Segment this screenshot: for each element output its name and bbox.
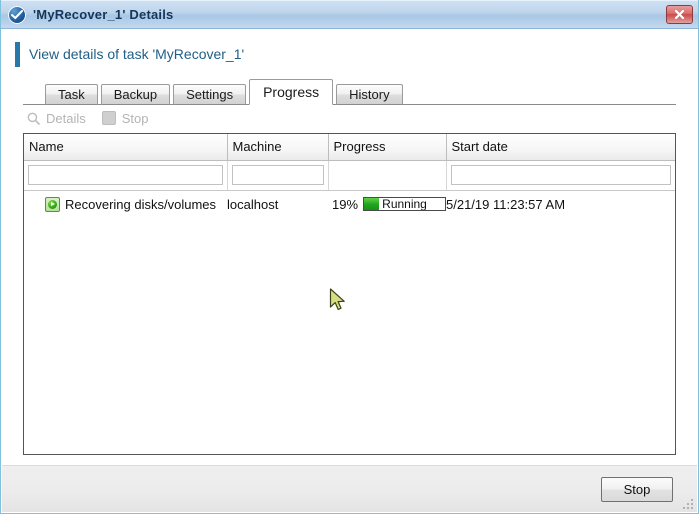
- progress-table: Name Machine Progress Start date Recover…: [23, 133, 676, 455]
- close-icon: [674, 9, 685, 20]
- tab-history[interactable]: History: [336, 84, 403, 105]
- filter-cell-name: [24, 160, 228, 191]
- table-toolbar: Details Stop: [27, 105, 698, 131]
- checkmark-icon: [11, 9, 23, 19]
- stop-square-icon: [101, 111, 116, 125]
- task-name-label: Recovering disks/volumes: [65, 196, 217, 212]
- column-header-name[interactable]: Name: [24, 134, 228, 161]
- details-button-label: Details: [46, 110, 86, 126]
- stop-toolbar-button[interactable]: Stop: [101, 110, 149, 126]
- tab-task[interactable]: Task: [45, 84, 98, 105]
- filter-input-name[interactable]: [28, 165, 223, 185]
- window-titlebar: 'MyRecover_1' Details: [1, 0, 698, 29]
- running-green-icon: [45, 196, 60, 212]
- cell-name: Recovering disks/volumes: [24, 191, 227, 218]
- filter-cell-start-date: [446, 160, 675, 191]
- filter-cell-progress: [328, 160, 447, 191]
- cell-machine: localhost: [227, 196, 279, 212]
- filter-cell-machine: [227, 160, 329, 191]
- tab-progress[interactable]: Progress: [249, 79, 334, 105]
- filter-input-machine[interactable]: [231, 165, 324, 185]
- column-header-start-date[interactable]: Start date: [446, 134, 675, 161]
- progress-percent-label: 19%: [332, 196, 359, 212]
- tab-backup[interactable]: Backup: [100, 84, 171, 105]
- cell-start-date: 5/21/19 11:23:57 AM: [446, 196, 566, 212]
- page-header: View details of task 'MyRecover_1': [1, 29, 698, 79]
- column-header-progress[interactable]: Progress: [328, 134, 447, 161]
- filter-input-start-date[interactable]: [450, 165, 671, 185]
- resize-grip[interactable]: [681, 497, 693, 509]
- progress-state-label: Running: [382, 197, 427, 211]
- column-header-machine[interactable]: Machine: [227, 134, 329, 161]
- window-title: 'MyRecover_1' Details: [33, 7, 174, 22]
- close-button[interactable]: [666, 5, 693, 24]
- cell-progress: 19% Running: [328, 191, 446, 218]
- acronis-shield-icon: [8, 5, 26, 24]
- task-details-window: 'MyRecover_1' Details View details of ta…: [0, 0, 699, 514]
- stop-toolbar-label: Stop: [121, 110, 149, 126]
- tab-bar: Task Backup Settings Progress History: [23, 79, 676, 105]
- page-title: View details of task 'MyRecover_1': [29, 46, 245, 62]
- table-header-row: Name Machine Progress Start date: [24, 134, 675, 161]
- search-icon: [27, 112, 40, 125]
- tab-settings[interactable]: Settings: [173, 84, 247, 105]
- header-accent-bar: [15, 41, 20, 67]
- progress-bar: Running: [363, 197, 446, 211]
- dialog-footer: Stop: [2, 465, 697, 512]
- stop-button[interactable]: Stop: [601, 476, 673, 502]
- table-row[interactable]: Recovering disks/volumes localhost 19% R…: [24, 191, 675, 218]
- table-filter-row: [24, 160, 675, 191]
- details-button[interactable]: Details: [27, 111, 86, 126]
